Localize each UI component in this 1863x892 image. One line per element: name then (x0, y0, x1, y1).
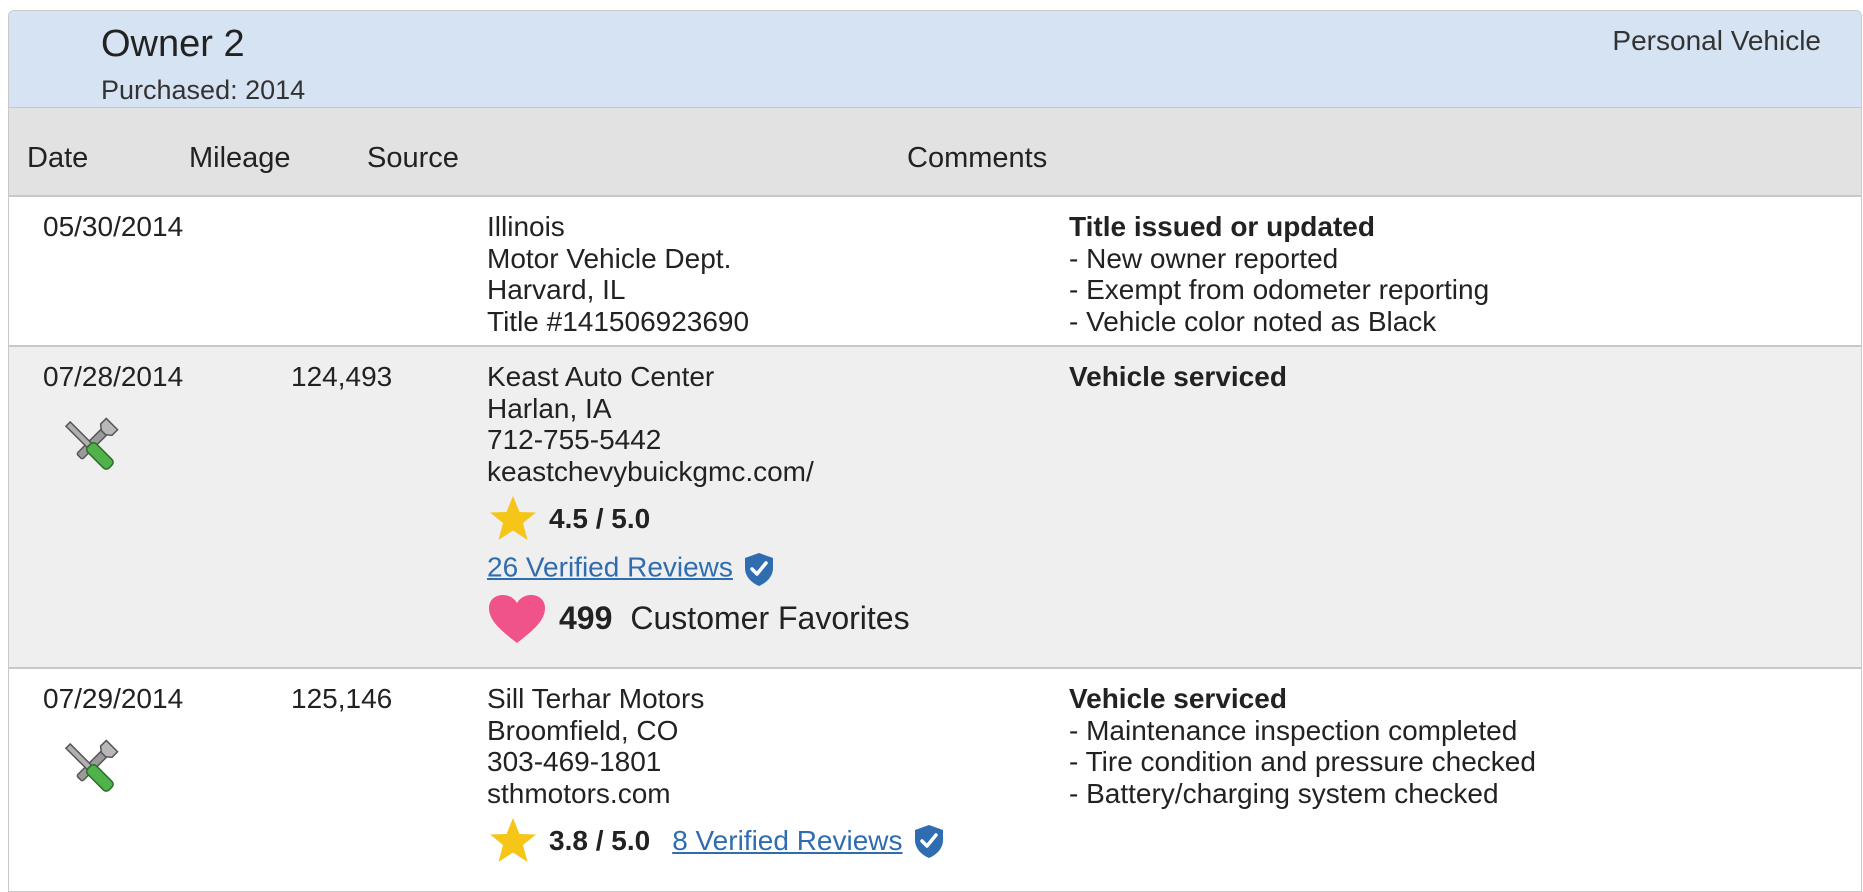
comment-item: - Exempt from odometer reporting (1069, 274, 1490, 305)
column-source: Source (367, 142, 459, 174)
comment-item: - Tire condition and pressure checked (1069, 746, 1536, 777)
source-line: 712-755-5442 (487, 424, 662, 455)
record-source: Sill Terhar Motors Broomfield, CO 303-46… (487, 683, 945, 867)
record-mileage: 125,146 (291, 683, 393, 714)
verified-shield-icon (744, 553, 773, 586)
service-wrench-icon (55, 411, 125, 481)
source-line: Harlan, IA (487, 392, 612, 424)
owner-title: Owner 2 (101, 23, 245, 65)
comment-item: - Vehicle color noted as Black (1069, 305, 1437, 337)
source-line: Illinois (487, 211, 565, 242)
verified-reviews-link[interactable]: 8 Verified Reviews (672, 825, 902, 857)
record-source: Keast Auto Center Harlan, IA 712-755-544… (487, 361, 910, 645)
comment-item: - Maintenance inspection completed (1069, 714, 1518, 746)
record-date: 07/28/2014 (43, 361, 184, 392)
record-comments: Title issued or updated - New owner repo… (1069, 211, 1489, 337)
verified-reviews-link[interactable]: 26 Verified Reviews (487, 551, 733, 582)
record-mileage: 124,493 (291, 361, 393, 392)
owner-header: Owner 2 Purchased: 2014 Personal Vehicle (9, 11, 1861, 108)
rating: 3.8 / 5.0 8 Verified Reviews (487, 815, 945, 867)
record-date: 07/29/2014 (43, 683, 184, 714)
source-line: Sill Terhar Motors (487, 683, 705, 714)
comment-title: Vehicle serviced (1069, 683, 1287, 714)
owner-purchased: Purchased: 2014 (101, 75, 306, 105)
column-comments: Comments (907, 142, 1048, 174)
reviews-line: 26 Verified Reviews (487, 551, 910, 587)
source-line: 303-469-1801 (487, 746, 662, 777)
source-line: Keast Auto Center (487, 361, 715, 392)
vehicle-type: Personal Vehicle (1612, 25, 1821, 56)
record-comments: Vehicle serviced (1069, 361, 1287, 393)
record-source: Illinois Motor Vehicle Dept. Harvard, IL… (487, 211, 749, 337)
verified-shield-icon (914, 825, 943, 858)
rating-value: 3.8 / 5.0 (549, 825, 651, 857)
source-line: Motor Vehicle Dept. (487, 242, 732, 274)
table-row: 05/30/2014 Illinois Motor Vehicle Dept. … (9, 197, 1861, 347)
source-line: Broomfield, CO (487, 714, 679, 746)
record-date: 05/30/2014 (43, 211, 184, 242)
star-icon (490, 496, 536, 540)
favorites-label: Customer Favorites (630, 600, 910, 637)
source-line: keastchevybuickgmc.com/ (487, 455, 814, 487)
column-mileage: Mileage (189, 142, 291, 174)
record-comments: Vehicle serviced - Maintenance inspectio… (1069, 683, 1536, 809)
star-icon (490, 818, 536, 862)
table-header: Date Mileage Source Comments (9, 108, 1861, 197)
column-date: Date (27, 142, 89, 174)
source-line: Title #141506923690 (487, 305, 750, 337)
comment-item: - New owner reported (1069, 242, 1339, 274)
rating-value: 4.5 / 5.0 (549, 503, 651, 535)
favorites-count: 499 (559, 600, 613, 637)
source-line: sthmotors.com (487, 777, 671, 809)
customer-favorites: 499 Customer Favorites (487, 593, 910, 645)
rating: 4.5 / 5.0 (487, 493, 910, 545)
table-row: 07/28/2014 124,493 Keast Auto Center Har… (9, 347, 1861, 669)
source-line: Harvard, IL (487, 274, 626, 305)
comment-title: Vehicle serviced (1069, 361, 1287, 392)
comment-title: Title issued or updated (1069, 211, 1375, 242)
heart-icon (489, 595, 545, 643)
service-wrench-icon (55, 733, 125, 803)
comment-item: - Battery/charging system checked (1069, 777, 1499, 809)
table-row: 07/29/2014 125,146 Sill Terhar Motors Br… (9, 669, 1861, 891)
vehicle-history-panel: Owner 2 Purchased: 2014 Personal Vehicle… (8, 10, 1862, 892)
